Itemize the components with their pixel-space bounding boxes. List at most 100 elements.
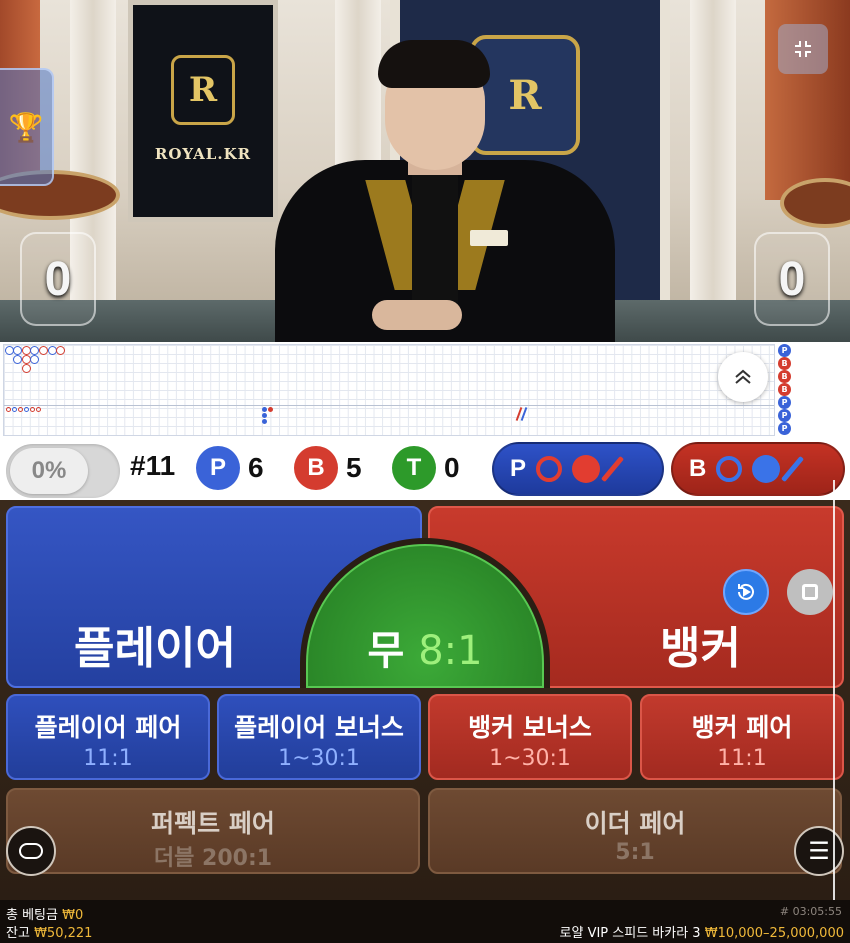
tie-bet-label: 무 8:1 bbox=[308, 618, 542, 676]
dealer-shirt bbox=[412, 170, 458, 310]
player-bonus-bet[interactable]: 플레이어 보너스 1~30:1 bbox=[217, 694, 421, 780]
player-stat: P 6 bbox=[196, 446, 264, 490]
banker-predict-button[interactable]: B bbox=[671, 442, 845, 496]
tie-label-text: 무 bbox=[367, 628, 405, 674]
total-bet: 총 베팅금 ₩0 bbox=[6, 904, 83, 923]
player-bonus-name: 플레이어 보너스 bbox=[234, 713, 404, 742]
big-road-mark bbox=[13, 345, 23, 355]
big-road-mark bbox=[13, 354, 23, 364]
road-dot bbox=[36, 407, 41, 412]
brand-panel: R ROYAL.KR bbox=[128, 0, 278, 222]
either-pair-odds: 5:1 bbox=[615, 840, 655, 865]
perfect-pair-odds: 더블 200:1 bbox=[153, 846, 273, 871]
big-road-mark bbox=[56, 345, 66, 355]
betting-area: 플레이어 뱅커 무 8:1 플레이어 페어 11:1 플레이어 보너스 1~30… bbox=[0, 500, 850, 900]
scrollbar[interactable] bbox=[833, 480, 835, 900]
bead-mark: P bbox=[778, 409, 791, 422]
table-info: 로얄 VIP 스피드 바카라 3 ₩10,000–25,000,000 bbox=[560, 922, 844, 941]
bead-mark: B bbox=[778, 370, 791, 383]
collapse-icon[interactable] bbox=[778, 24, 828, 74]
round-number: #11 bbox=[130, 450, 176, 481]
banker-count: 5 bbox=[346, 452, 362, 483]
balance: 잔고 ₩50,221 bbox=[6, 922, 92, 941]
player-badge: P bbox=[196, 446, 240, 490]
replay-icon[interactable] bbox=[723, 569, 769, 615]
bead-mark: P bbox=[778, 396, 791, 409]
road-dot bbox=[24, 407, 29, 412]
banker-pair-name: 뱅커 페어 bbox=[691, 713, 793, 742]
balance-label: 잔고 bbox=[6, 926, 30, 941]
road-dot bbox=[18, 407, 23, 412]
player-score: 0 bbox=[20, 232, 96, 326]
crest-logo: R bbox=[171, 55, 235, 125]
total-bet-label: 총 베팅금 bbox=[6, 908, 58, 923]
road-dot bbox=[262, 419, 267, 424]
balance-value: ₩50,221 bbox=[34, 926, 93, 941]
dealer-hand bbox=[372, 300, 462, 330]
expand-roadmap-button[interactable] bbox=[718, 352, 768, 402]
banker-bet-label: 뱅커 bbox=[660, 623, 741, 674]
player-count: 6 bbox=[248, 452, 264, 483]
crest-logo: R bbox=[470, 35, 580, 155]
grid-separator bbox=[4, 405, 774, 406]
player-pair-bet[interactable]: 플레이어 페어 11:1 bbox=[6, 694, 210, 780]
trophy-icon[interactable]: 🏆 bbox=[0, 68, 54, 186]
brand-text: ROYAL.KR bbox=[154, 145, 252, 163]
footer: 총 베팅금 ₩0 잔고 ₩50,221 # 03:05:55 로얄 VIP 스피… bbox=[0, 900, 850, 943]
either-pair-bet[interactable]: 이더 페어 5:1 bbox=[428, 788, 842, 874]
tie-odds: 8:1 bbox=[418, 628, 483, 674]
red-slash-icon bbox=[600, 455, 625, 483]
chip-icon[interactable] bbox=[6, 826, 56, 876]
player-bet-label: 플레이어 bbox=[74, 623, 236, 674]
big-road-mark bbox=[38, 345, 48, 355]
tie-count: 0 bbox=[444, 452, 460, 483]
big-road-grid bbox=[3, 344, 775, 436]
blue-ring-icon bbox=[716, 456, 743, 482]
road-dot bbox=[30, 407, 35, 412]
percent-toggle[interactable]: 0% bbox=[6, 444, 120, 498]
player-pair-odds: 11:1 bbox=[83, 746, 133, 771]
road-dot bbox=[262, 413, 267, 418]
banker-bonus-name: 뱅커 보너스 bbox=[468, 713, 592, 742]
road-dot bbox=[262, 407, 267, 412]
bead-mark: B bbox=[778, 383, 791, 396]
road-dot bbox=[268, 407, 273, 412]
big-road-mark bbox=[30, 345, 40, 355]
road-dot bbox=[12, 407, 17, 412]
player-bonus-odds: 1~30:1 bbox=[278, 746, 360, 771]
table-limits: ₩10,000–25,000,000 bbox=[704, 926, 844, 941]
bead-column: PBBBPPP bbox=[777, 344, 811, 436]
banker-bonus-odds: 1~30:1 bbox=[489, 746, 571, 771]
tie-stat: T 0 bbox=[392, 446, 460, 490]
side-table bbox=[780, 178, 850, 228]
player-pair-name: 플레이어 페어 bbox=[34, 713, 182, 742]
predict-banker-letter: B bbox=[689, 455, 707, 482]
predict-player-letter: P bbox=[510, 455, 527, 482]
banker-score: 0 bbox=[754, 232, 830, 326]
red-dot-icon bbox=[572, 455, 601, 483]
big-road-mark bbox=[21, 363, 31, 373]
perfect-pair-bet[interactable]: 퍼펙트 페어 더블 200:1 bbox=[6, 788, 420, 874]
percent-toggle-label: 0% bbox=[10, 448, 88, 494]
banker-pair-bet[interactable]: 뱅커 페어 11:1 bbox=[640, 694, 844, 780]
stop-icon[interactable] bbox=[787, 569, 833, 615]
bead-mark: P bbox=[778, 344, 791, 357]
bead-mark: B bbox=[778, 357, 791, 370]
either-pair-name: 이더 페어 bbox=[584, 809, 686, 838]
blue-dot-icon bbox=[752, 455, 781, 483]
table-name: 로얄 VIP 스피드 바카라 3 bbox=[559, 926, 701, 941]
perfect-pair-name: 퍼펙트 페어 bbox=[151, 809, 275, 838]
pillar bbox=[690, 0, 736, 300]
big-road-mark bbox=[30, 354, 40, 364]
game-id: # 03:05:55 bbox=[779, 905, 842, 918]
player-predict-button[interactable]: P bbox=[492, 442, 664, 496]
banker-bonus-bet[interactable]: 뱅커 보너스 1~30:1 bbox=[428, 694, 632, 780]
total-bet-value: ₩0 bbox=[62, 908, 84, 923]
name-badge bbox=[470, 230, 508, 246]
stats-bar: 0% #11 P 6 B 5 T 0 P B bbox=[0, 438, 850, 500]
menu-icon[interactable]: ☰ bbox=[794, 826, 844, 876]
roadmap[interactable]: PBBBPPP bbox=[0, 342, 850, 438]
tie-badge: T bbox=[392, 446, 436, 490]
banker-pair-odds: 11:1 bbox=[717, 746, 767, 771]
banker-stat: B 5 bbox=[294, 446, 362, 490]
